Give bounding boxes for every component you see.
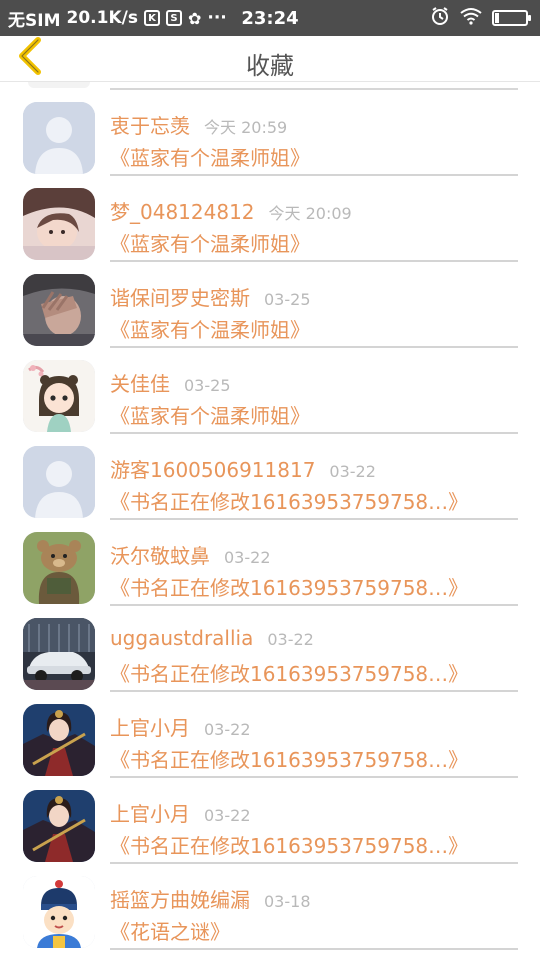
- avatar[interactable]: [23, 446, 95, 518]
- timestamp: 03-25: [264, 290, 311, 309]
- anime-warrior-avatar: [23, 704, 95, 776]
- username[interactable]: 摇篮方曲娩编漏: [110, 884, 250, 913]
- timestamp: 03-22: [224, 548, 271, 567]
- carrier-label: 无SIM: [8, 10, 61, 31]
- avatar[interactable]: [23, 876, 95, 948]
- divider: [110, 948, 518, 950]
- list-item[interactable]: 上官小月 03-22 《书名正在修改16163953759758…》: [0, 770, 540, 864]
- book-title[interactable]: 《花语之谜》: [110, 916, 230, 945]
- username[interactable]: 上官小月: [110, 798, 190, 827]
- list-item[interactable]: 沃尔敬蚊鼻 03-22 《书名正在修改16163953759758…》: [0, 512, 540, 606]
- timestamp: 今天 20:59: [204, 118, 288, 137]
- username[interactable]: 上官小月: [110, 712, 190, 741]
- timestamp: 今天 20:09: [268, 204, 352, 223]
- anime-warrior-avatar: [23, 790, 95, 862]
- timestamp: 03-22: [329, 462, 376, 481]
- avatar[interactable]: [23, 188, 95, 260]
- list-item[interactable]: 衷于忘羡 今天 20:59 《蓝家有个温柔师姐》: [0, 82, 540, 176]
- palette-icon: ✿: [187, 8, 202, 28]
- username[interactable]: 关佳佳: [110, 368, 170, 397]
- list-item[interactable]: 游客1600506911817 03-22 《书名正在修改16163953759…: [0, 426, 540, 520]
- avatar[interactable]: [23, 102, 95, 174]
- default-avatar-icon: [23, 446, 95, 518]
- username[interactable]: 游客1600506911817: [110, 454, 315, 483]
- timestamp: 03-25: [184, 376, 231, 395]
- list-item[interactable]: 摇篮方曲娩编漏 03-18 《花语之谜》: [0, 856, 540, 950]
- avatar[interactable]: [23, 704, 95, 776]
- book-title[interactable]: 《蓝家有个温柔师姐》: [110, 400, 310, 429]
- favorites-list[interactable]: 衷于忘羡 今天 20:59 《蓝家有个温柔师姐》 梦_048124812 今天 …: [0, 82, 540, 960]
- cartoon-bear-avatar: [23, 532, 95, 604]
- more-notifications: ···: [207, 8, 227, 28]
- list-item[interactable]: uggaustdrallia 03-22 《书名正在修改161639537597…: [0, 598, 540, 692]
- photo-girl-avatar: [23, 188, 95, 260]
- cartoon-boy-avatar: [23, 876, 95, 948]
- book-title[interactable]: 《书名正在修改16163953759758…》: [110, 486, 468, 515]
- username[interactable]: 沃尔敬蚊鼻: [110, 540, 210, 569]
- avatar[interactable]: [23, 618, 95, 690]
- cartoon-girl-avatar: [23, 360, 95, 432]
- timestamp: 03-22: [267, 630, 314, 649]
- book-title[interactable]: 《蓝家有个温柔师姐》: [110, 142, 310, 171]
- book-title[interactable]: 《书名正在修改16163953759758…》: [110, 658, 468, 687]
- wifi-icon: [460, 7, 482, 30]
- list-item[interactable]: 谐保间罗史密斯 03-25 《蓝家有个温柔师姐》: [0, 254, 540, 348]
- username[interactable]: 谐保间罗史密斯: [110, 282, 250, 311]
- avatar[interactable]: [23, 360, 95, 432]
- list-item[interactable]: 梦_048124812 今天 20:09 《蓝家有个温柔师姐》: [0, 168, 540, 262]
- book-title[interactable]: 《蓝家有个温柔师姐》: [110, 314, 310, 343]
- book-title[interactable]: 《书名正在修改16163953759758…》: [110, 744, 468, 773]
- timestamp: 03-18: [264, 892, 311, 911]
- username[interactable]: uggaustdrallia: [110, 626, 253, 650]
- default-avatar-icon: [23, 102, 95, 174]
- status-bar: 无SIM 20.1K/s K S ✿ ··· 23:24: [0, 0, 540, 36]
- book-title[interactable]: 《书名正在修改16163953759758…》: [110, 572, 468, 601]
- avatar[interactable]: [23, 790, 95, 862]
- battery-icon: [492, 10, 531, 26]
- network-speed: 20.1K/s: [66, 8, 138, 28]
- list-item[interactable]: 上官小月 03-22 《书名正在修改16163953759758…》: [0, 684, 540, 778]
- photo-hand-avatar: [23, 274, 95, 346]
- book-title[interactable]: 《书名正在修改16163953759758…》: [110, 830, 468, 859]
- photo-car-avatar: [23, 618, 95, 690]
- alarm-icon: [430, 6, 450, 31]
- avatar[interactable]: [23, 532, 95, 604]
- timestamp: 03-22: [204, 720, 251, 739]
- timestamp: 03-22: [204, 806, 251, 825]
- s-app-icon: S: [165, 10, 182, 26]
- book-title[interactable]: 《蓝家有个温柔师姐》: [110, 228, 310, 257]
- header-bar: 收藏: [0, 36, 540, 82]
- k-app-icon: K: [143, 10, 160, 26]
- list-item[interactable]: 关佳佳 03-25 《蓝家有个温柔师姐》: [0, 340, 540, 434]
- username[interactable]: 梦_048124812: [110, 196, 255, 225]
- avatar[interactable]: [23, 274, 95, 346]
- username[interactable]: 衷于忘羡: [110, 110, 190, 139]
- page-title: 收藏: [246, 52, 294, 80]
